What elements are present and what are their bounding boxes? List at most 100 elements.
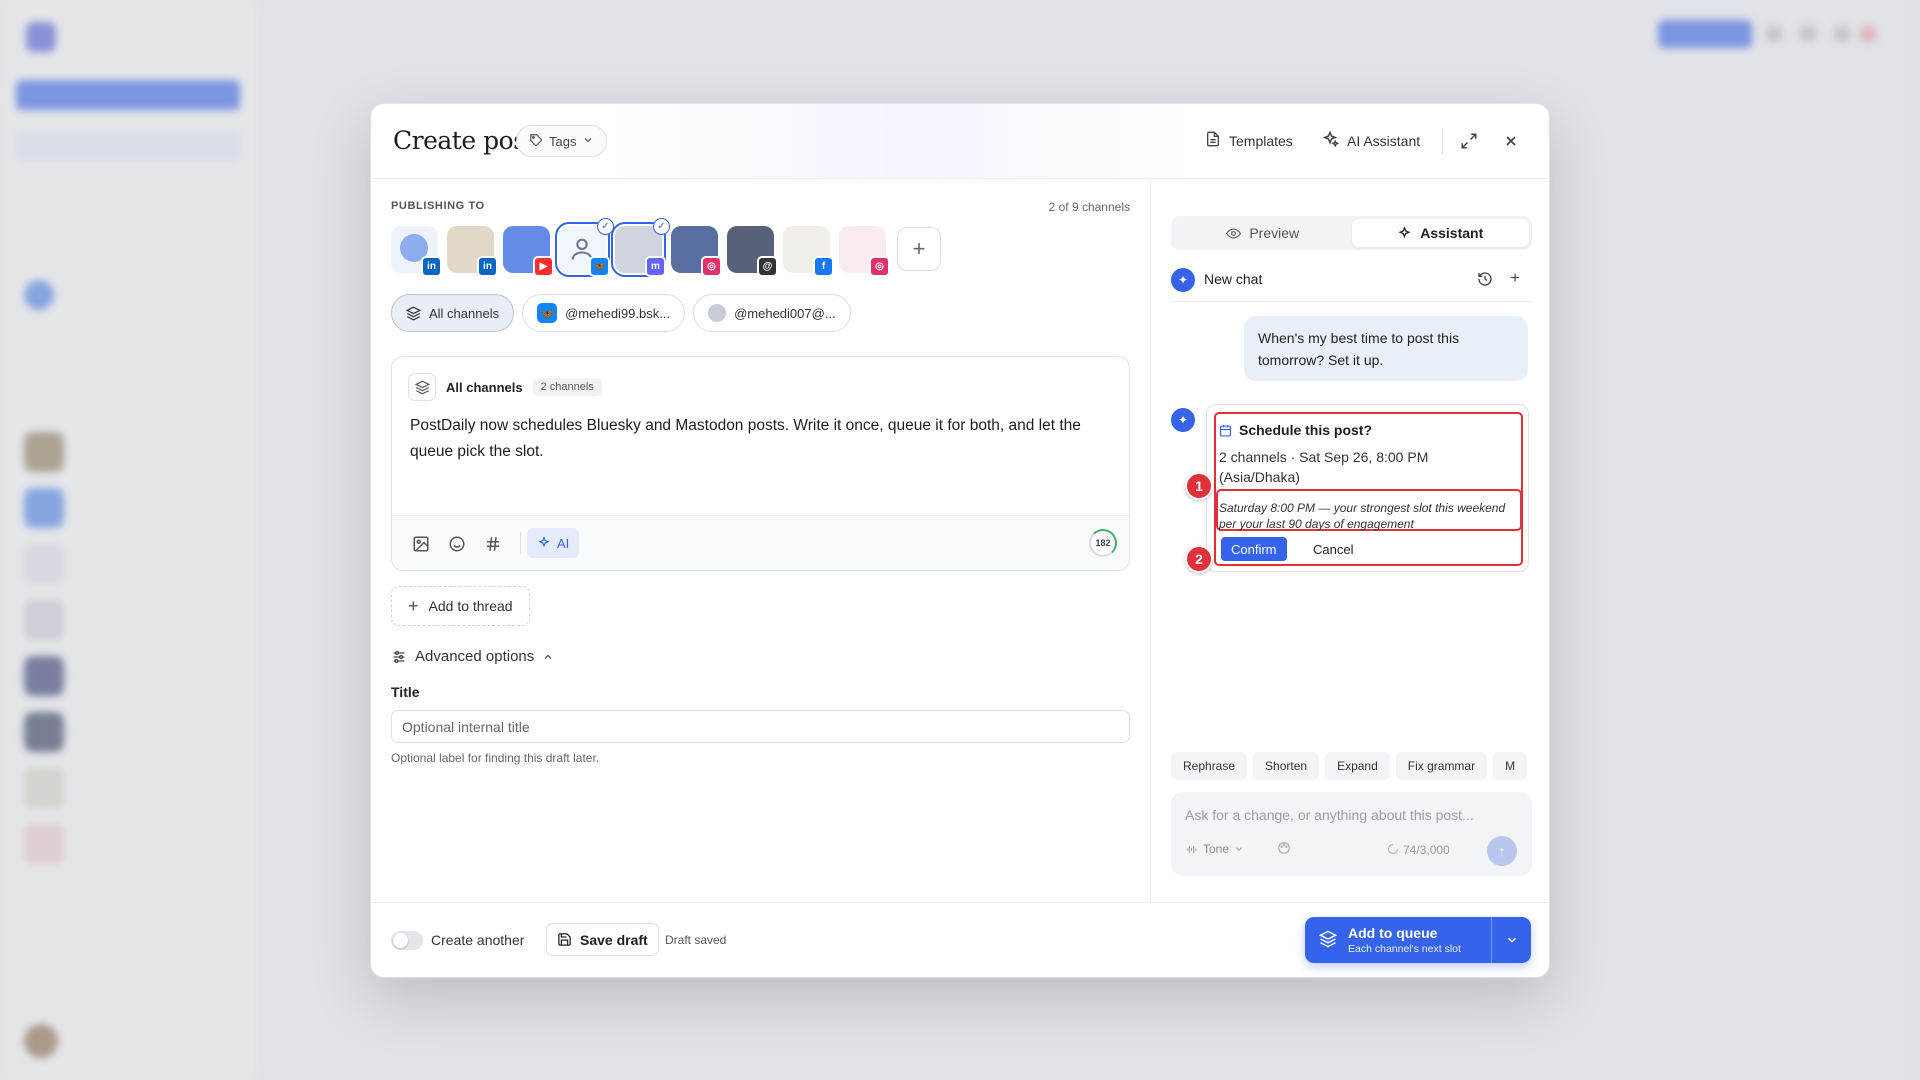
close-icon[interactable] — [1499, 129, 1523, 153]
check-icon: ✓ — [597, 218, 614, 235]
save-draft-button[interactable]: Save draft — [546, 923, 659, 956]
add-to-thread-label: Add to thread — [428, 598, 513, 614]
channel-avatar-instagram[interactable]: ◎ — [671, 226, 722, 277]
annotation-marker-2: 2 — [1185, 545, 1213, 573]
linkedin-icon: in — [421, 256, 442, 277]
calendar-icon — [1220, 424, 1231, 437]
advanced-options-toggle[interactable]: Advanced options — [391, 648, 554, 665]
layers-icon — [406, 306, 421, 320]
card-title: Schedule this post? — [1219, 422, 1372, 438]
queue-options-chevron-icon[interactable] — [1492, 917, 1531, 963]
quick-action-more[interactable]: M — [1493, 752, 1528, 780]
title-input[interactable] — [391, 710, 1130, 743]
schedule-confirmation-card: Schedule this post? 2 channels · Sat Sep… — [1206, 404, 1529, 572]
publishing-to-label: PUBLISHING TO — [391, 200, 485, 212]
input-char-count: 74/3,000 — [1403, 843, 1450, 857]
editor-toolbar: AI 182 — [392, 515, 1129, 570]
arrow-up-icon: ↑ — [1498, 843, 1506, 859]
channel-avatar-linkedin[interactable]: in — [447, 226, 498, 277]
chevron-down-icon — [1236, 847, 1242, 851]
channel-avatar-instagram[interactable]: ◎ — [839, 226, 890, 277]
image-icon[interactable] — [410, 533, 432, 555]
post-text[interactable]: PostDaily now schedules Bluesky and Mast… — [410, 413, 1110, 465]
layers-icon — [1318, 930, 1338, 953]
create-another-toggle[interactable] — [391, 931, 423, 950]
ai-label: AI — [557, 535, 570, 551]
youtube-icon: ▶ — [533, 256, 554, 277]
quick-action-rephrase[interactable]: Rephrase — [1171, 752, 1248, 780]
confirm-button[interactable]: Confirm — [1221, 537, 1287, 561]
send-button[interactable]: ↑ — [1487, 836, 1517, 866]
create-post-modal: Create post Tags Templates AI Assistant — [370, 103, 1550, 978]
chat-title: New chat — [1204, 271, 1263, 287]
mastodon-icon: m — [645, 256, 666, 277]
mastodon-avatar — [708, 304, 727, 322]
chip-label: All channels — [429, 305, 500, 321]
header-divider — [1442, 129, 1443, 155]
editor-channel-badge: 2 channels — [532, 378, 602, 396]
channel-avatar-linkedin[interactable]: in — [391, 226, 442, 277]
plus-icon: + — [408, 595, 419, 616]
ai-button[interactable]: AI — [527, 528, 580, 558]
tab-preview[interactable]: Preview — [1174, 219, 1352, 247]
chip-label: @mehedi007@... — [734, 305, 836, 321]
tags-label: Tags — [549, 133, 577, 149]
advanced-options-label: Advanced options — [415, 648, 535, 665]
save-icon — [558, 933, 571, 946]
add-to-thread-button[interactable]: + Add to thread — [391, 586, 530, 626]
quick-action-fix-grammar[interactable]: Fix grammar — [1395, 752, 1488, 780]
quick-action-expand[interactable]: Expand — [1325, 752, 1390, 780]
channel-avatar-bluesky[interactable]: 🦋 ✓ — [555, 218, 614, 277]
channel-avatar-threads[interactable]: @ — [727, 226, 778, 277]
modal-footer: Create another Save draft Draft saved Ad… — [371, 902, 1549, 977]
add-channel-button[interactable]: + — [897, 227, 941, 271]
queue-subtitle: Each channel's next slot — [1348, 943, 1461, 955]
character-counter: 182 — [1089, 529, 1117, 557]
editor-scope-label: All channels — [446, 379, 523, 395]
tags-button[interactable]: Tags — [516, 125, 608, 157]
cancel-button[interactable]: Cancel — [1305, 537, 1361, 561]
instagram-icon: ◎ — [701, 256, 722, 277]
channel-avatar-youtube[interactable]: ▶ — [503, 226, 554, 277]
card-title-text: Schedule this post? — [1239, 422, 1373, 438]
user-message: When's my best time to post this tomorro… — [1244, 316, 1528, 381]
compose-pane: PUBLISHING TO 2 of 9 channels in in ▶ 🦋 … — [371, 180, 1150, 902]
chevron-down-icon — [582, 134, 594, 149]
templates-label: Templates — [1229, 132, 1293, 149]
bluesky-icon: 🦋 — [537, 303, 558, 323]
palette-icon[interactable] — [1277, 841, 1291, 860]
loading-icon — [1387, 842, 1399, 860]
assistant-pane: Preview Assistant ✦ New chat + When's my… — [1150, 180, 1549, 902]
view-tabs: Preview Assistant — [1171, 216, 1532, 250]
title-label: Title — [391, 684, 420, 700]
threads-icon: @ — [757, 256, 778, 277]
modal-header: Create post Tags Templates AI Assistant — [371, 104, 1549, 179]
tab-assistant[interactable]: Assistant — [1351, 219, 1529, 247]
emoji-icon[interactable] — [446, 533, 468, 555]
channel-avatars: in in ▶ 🦋 ✓ m ✓ ◎ @ f ◎ + — [391, 218, 941, 277]
history-icon[interactable] — [1475, 269, 1495, 289]
channel-avatar-mastodon[interactable]: m ✓ — [611, 218, 670, 277]
quick-action-shorten[interactable]: Shorten — [1253, 752, 1320, 780]
hashtag-icon[interactable] — [482, 533, 504, 555]
schedule-reason: Saturday 8:00 PM — your strongest slot t… — [1219, 501, 1506, 531]
add-to-queue-button[interactable]: Add to queue Each channel's next slot — [1305, 917, 1531, 963]
templates-button[interactable]: Templates — [1205, 130, 1293, 151]
channel-avatar-facebook[interactable]: f — [783, 226, 834, 277]
chip-all-channels[interactable]: All channels — [391, 294, 515, 332]
chip-mastodon-account[interactable]: @mehedi007@... — [693, 294, 851, 332]
tone-dropdown[interactable]: Tone — [1185, 842, 1244, 856]
new-chat-plus-icon[interactable]: + — [1505, 269, 1525, 289]
check-icon: ✓ — [653, 218, 670, 235]
quick-actions: Rephrase Shorten Expand Fix grammar M — [1171, 752, 1532, 780]
document-icon — [1205, 130, 1221, 151]
save-draft-label: Save draft — [580, 931, 648, 948]
tab-label: Preview — [1249, 225, 1300, 241]
annotation-marker-1: 1 — [1185, 472, 1213, 500]
layers-icon — [408, 373, 436, 401]
expand-icon[interactable] — [1457, 129, 1481, 153]
chip-bluesky-account[interactable]: 🦋 @mehedi99.bsk... — [522, 294, 686, 332]
sparkle-icon — [538, 536, 550, 548]
ai-assistant-button[interactable]: AI Assistant — [1321, 130, 1420, 151]
assistant-input[interactable] — [1185, 804, 1515, 826]
